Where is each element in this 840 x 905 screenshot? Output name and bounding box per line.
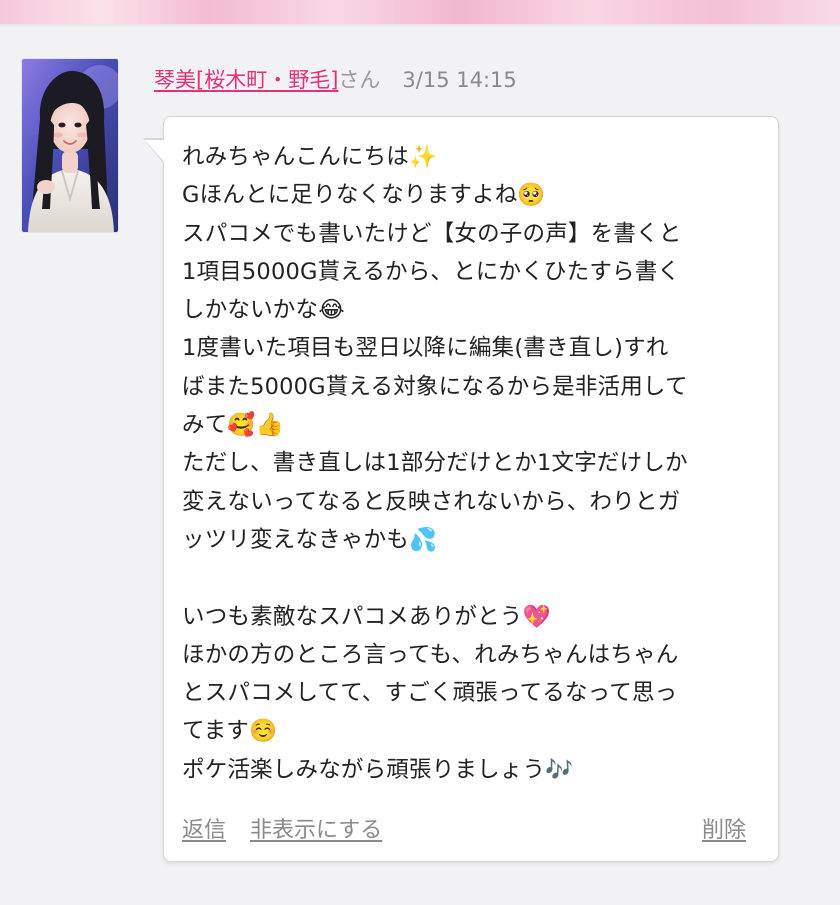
message-line: ただし、書き直しは1部分だけとか1文字だけしか xyxy=(182,450,688,477)
avatar-photo xyxy=(22,59,118,232)
message-line: とスパコメしてて、すごく頑張ってるなって思っ xyxy=(182,680,678,707)
message-line: スパコメでも書いたけど【女の子の声】を書くと xyxy=(182,220,682,247)
message-body: れみちゃんこんにちは✨ Gほんとに足りなくなりますよね🥺 スパコメでも書いたけど… xyxy=(182,138,762,789)
top-banner-shadow xyxy=(0,24,840,28)
message-line: みて🥰👍 xyxy=(182,412,284,439)
message-actions: 返信 非表示にする 削除 xyxy=(182,812,746,846)
message-line: ほかの方のところ言っても、れみちゃんはちゃん xyxy=(182,641,679,668)
post-header: 琴美[桜木町・野毛] さん 3/15 14:15 xyxy=(154,64,517,96)
hide-link[interactable]: 非表示にする xyxy=(250,812,382,844)
top-banner-strip xyxy=(0,0,840,24)
message-line: 1度書いた項目も翌日以降に編集(書き直し)すれ xyxy=(182,335,669,362)
message-line: 1項目5000G貰えるから、とにかくひたすら書く xyxy=(182,258,681,285)
bubble-tail xyxy=(145,140,165,163)
message-line: 変えないってなると反映されないから、わりとガ xyxy=(182,488,681,515)
message-line: てます☺️ xyxy=(182,718,278,745)
author-avatar[interactable] xyxy=(22,59,118,232)
post-timestamp: 3/15 14:15 xyxy=(402,68,517,92)
author-honorific: さん xyxy=(338,68,381,92)
reply-link[interactable]: 返信 xyxy=(182,812,226,844)
message-line: ッツリ変えなきゃかも💦 xyxy=(182,526,438,553)
message-line: しかないかな😂 xyxy=(182,297,345,324)
message-line: いつも素敵なスパコメありがとう💖 xyxy=(182,603,551,630)
message-line: Gほんとに足りなくなりますよね🥺 xyxy=(182,182,546,209)
delete-link[interactable]: 削除 xyxy=(702,812,746,844)
message-line: ばまた5000G貰える対象になるから是非活用して xyxy=(182,373,688,400)
message-line-blank xyxy=(182,559,762,597)
message-line: ポケ活楽しみながら頑張りましょう🎶 xyxy=(182,756,574,783)
author-name-link[interactable]: 琴美[桜木町・野毛] xyxy=(154,64,338,94)
message-line: れみちゃんこんにちは✨ xyxy=(182,144,438,170)
